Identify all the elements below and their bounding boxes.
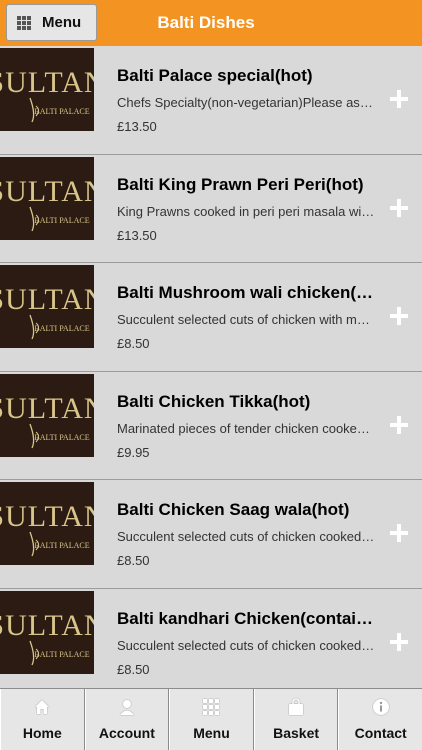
svg-text:SULTAN: SULTAN <box>0 175 94 208</box>
dish-name: Balti kandhari Chicken(contains nuts) <box>117 608 379 628</box>
dish-description: Marinated pieces of tender chicken cooke… <box>117 420 375 436</box>
dish-item[interactable]: SULTAN BALTI PALACE Balti King Prawn Peri … <box>0 154 422 264</box>
svg-text:SULTAN: SULTAN <box>0 392 94 425</box>
svg-text:BALTI PALACE: BALTI PALACE <box>34 650 89 659</box>
dish-price: £13.50 <box>117 119 157 134</box>
dish-name: Balti Chicken Saag wala(hot) <box>117 500 350 520</box>
dish-price: £8.50 <box>117 661 150 677</box>
dish-name: Balti Chicken Tikka(hot) <box>117 391 311 411</box>
sultan-logo-image: SULTAN BALTI PALACE <box>0 265 94 349</box>
tab-contact[interactable]: Contact <box>338 689 422 750</box>
add-to-basket-icon[interactable] <box>390 90 408 108</box>
add-to-basket-icon[interactable] <box>390 632 408 651</box>
tab-account[interactable]: Account <box>84 689 170 750</box>
dish-thumbnail: SULTAN BALTI PALACE <box>0 373 94 457</box>
dish-list: SULTAN BALTI PALACE Balti Palace special(h… <box>0 46 422 698</box>
grid-icon <box>202 698 220 725</box>
dish-thumbnail: SULTAN BALTI PALACE <box>0 48 94 131</box>
tab-label: Basket <box>273 725 320 741</box>
menu-button-label: Menu <box>42 14 82 31</box>
dish-item[interactable]: SULTAN BALTI PALACE Balti Chicken Saag wal… <box>0 480 422 589</box>
add-to-basket-icon[interactable] <box>390 198 408 217</box>
dish-item[interactable]: SULTAN BALTI PALACE Balti Chicken Tikka(ho… <box>0 371 422 481</box>
top-bar: Balti Dishes Menu <box>0 0 422 46</box>
dish-description: Succulent selected cuts of chicken with … <box>117 312 375 328</box>
dish-name: Balti Mushroom wali chicken(medium) <box>117 283 379 303</box>
dish-price: £8.50 <box>117 336 150 352</box>
svg-text:SULTAN: SULTAN <box>0 500 94 533</box>
tab-home[interactable]: Home <box>0 689 85 750</box>
svg-text:BALTI PALACE: BALTI PALACE <box>34 433 89 442</box>
add-to-basket-icon[interactable] <box>390 415 408 434</box>
svg-text:BALTI PALACE: BALTI PALACE <box>34 541 89 550</box>
dish-price: £9.95 <box>117 444 150 460</box>
sultan-logo-image: SULTAN BALTI PALACE <box>0 482 94 566</box>
dish-thumbnail: SULTAN BALTI PALACE <box>0 265 94 349</box>
svg-text:BALTI PALACE: BALTI PALACE <box>34 216 89 225</box>
add-to-basket-icon[interactable] <box>390 524 408 543</box>
dish-item[interactable]: SULTAN BALTI PALACE Balti kandhari Chicken… <box>0 588 422 698</box>
menu-button[interactable]: Menu <box>6 4 97 41</box>
dish-thumbnail: SULTAN BALTI PALACE <box>0 590 94 674</box>
home-icon <box>33 698 51 725</box>
dish-thumbnail: SULTAN BALTI PALACE <box>0 482 94 566</box>
dish-description: Succulent selected cuts of chicken cooke… <box>117 637 375 653</box>
user-icon <box>118 698 136 725</box>
dish-thumbnail: SULTAN BALTI PALACE <box>0 156 94 240</box>
svg-text:SULTAN: SULTAN <box>0 283 94 316</box>
tab-label: Home <box>22 725 62 741</box>
grid-icon <box>17 15 31 30</box>
svg-text:BALTI PALACE: BALTI PALACE <box>34 107 89 116</box>
svg-text:SULTAN: SULTAN <box>0 609 94 642</box>
dish-description: King Prawns cooked in peri peri masala w… <box>117 203 375 219</box>
add-to-basket-icon[interactable] <box>390 307 408 326</box>
tab-label: Contact <box>354 725 407 741</box>
bottom-tab-bar: Home Account Menu Basket Contact <box>0 688 422 750</box>
tab-label: Account <box>98 725 155 741</box>
sultan-logo-image: SULTAN BALTI PALACE <box>0 373 94 457</box>
dish-name: Balti King Prawn Peri Peri(hot) <box>117 174 364 194</box>
svg-text:BALTI PALACE: BALTI PALACE <box>34 324 89 333</box>
dish-price: £13.50 <box>117 227 157 243</box>
tab-basket[interactable]: Basket <box>253 689 339 750</box>
info-icon <box>372 698 390 725</box>
dish-description: Succulent selected cuts of chicken cooke… <box>117 529 375 545</box>
dish-name: Balti Palace special(hot) <box>117 66 313 85</box>
tab-label: Menu <box>193 725 230 741</box>
sultan-logo-image: SULTAN BALTI PALACE <box>0 48 94 131</box>
dish-item[interactable]: SULTAN BALTI PALACE Balti Mushroom wali ch… <box>0 263 422 372</box>
dish-price: £8.50 <box>117 553 150 569</box>
dish-item[interactable]: SULTAN BALTI PALACE Balti Palace special(h… <box>0 46 422 155</box>
sultan-logo-image: SULTAN BALTI PALACE <box>0 590 94 674</box>
sultan-logo-image: SULTAN BALTI PALACE <box>0 156 94 240</box>
dish-description: Chefs Specialty(non-vegetarian)Please as… <box>117 95 375 110</box>
tab-menu[interactable]: Menu <box>169 689 254 750</box>
basket-icon <box>287 698 305 725</box>
svg-text:SULTAN: SULTAN <box>0 66 94 99</box>
